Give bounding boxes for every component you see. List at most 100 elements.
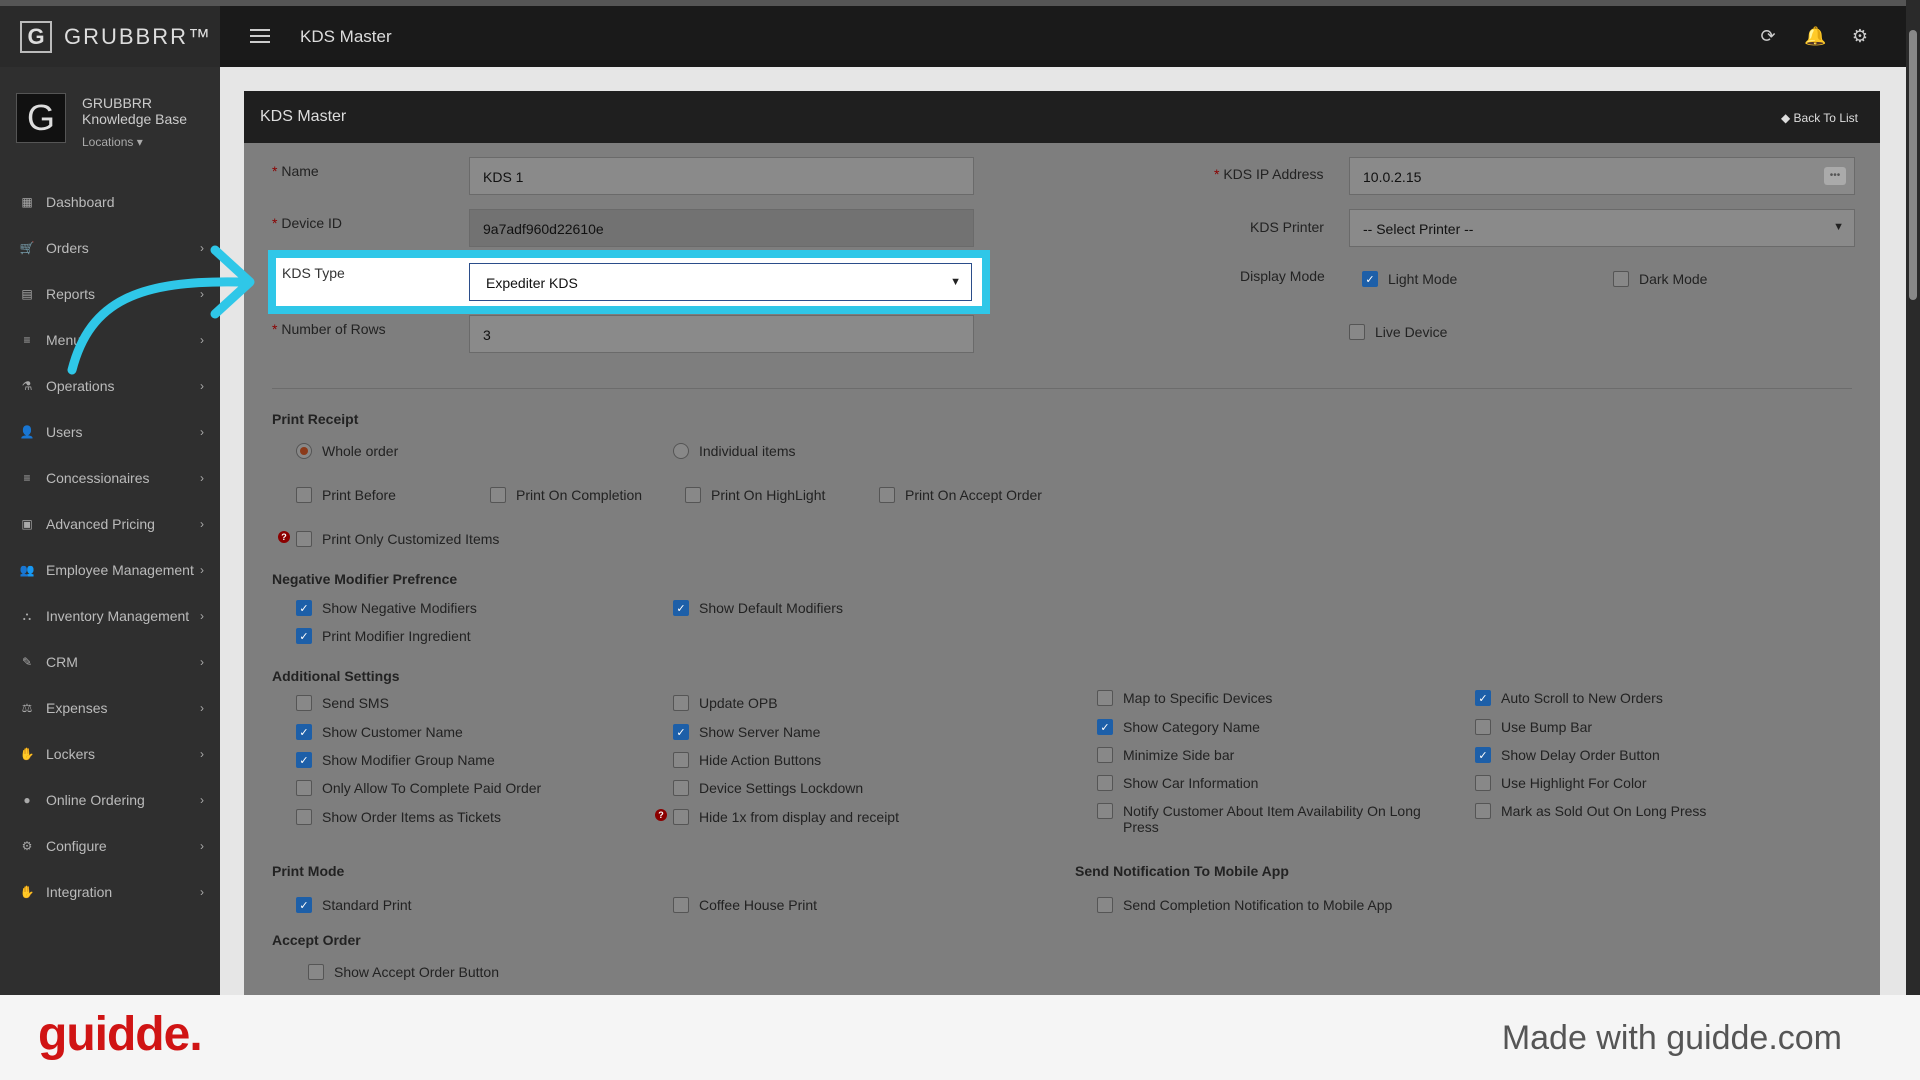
setting-only-allow-to-complete-paid-order-checkbox[interactable]: Only Allow To Complete Paid Order [296,780,541,796]
sidebar-item-users[interactable]: 👤 Users › [0,409,220,455]
setting-show-customer-name-checkbox[interactable]: ✓ Show Customer Name [296,724,463,740]
chevron-right-icon: › [200,517,204,531]
setting-notify-customer-about-item-availability-on-long-press-checkbox[interactable]: Notify Customer About Item Availability … [1097,803,1427,835]
sidebar-item-advanced-pricing[interactable]: ▣ Advanced Pricing › [0,501,220,547]
setting-mark-as-sold-out-on-long-press-checkbox[interactable]: Mark as Sold Out On Long Press [1475,803,1706,819]
print-mode-title: Print Mode [272,863,345,879]
setting-show-server-name-checkbox[interactable]: ✓ Show Server Name [673,724,820,740]
sidebar-item-label: Expenses [46,700,108,716]
gear-icon[interactable]: ⚙ [1850,26,1870,47]
setting-use-bump-bar-checkbox[interactable]: Use Bump Bar [1475,719,1592,735]
chevron-down-icon: ▼ [1833,221,1844,233]
setting-send-sms-checkbox[interactable]: Send SMS [296,695,389,711]
more-icon[interactable]: ••• [1824,167,1846,185]
made-with-text: Made with guidde.com [1501,1019,1842,1057]
guidde-logo: guidde. [38,1008,203,1061]
setting-show-category-name-checkbox[interactable]: ✓ Show Category Name [1097,719,1427,735]
accept-order-title: Accept Order [272,932,361,948]
whole-order-radio[interactable]: Whole order [296,443,398,459]
back-to-list-link[interactable]: ◆ Back To List [1781,111,1858,125]
profile-name: GRUBBRR Knowledge Base [82,95,188,127]
setting-show-delay-order-button-checkbox[interactable]: ✓ Show Delay Order Button [1475,747,1660,763]
name-input[interactable]: KDS 1 [469,157,974,195]
device-id-input[interactable]: 9a7adf960d22610e [469,209,974,247]
setting-show-car-information-checkbox[interactable]: Show Car Information [1097,775,1427,791]
help-icon[interactable]: ? [655,809,667,821]
help-icon[interactable]: ? [278,531,290,543]
sidebar-item-label: Advanced Pricing [46,516,155,532]
sidebar-item-integration[interactable]: ✋ Integration › [0,869,220,915]
printer-select[interactable]: -- Select Printer -- ▼ [1349,209,1855,247]
sidebar-item-lockers[interactable]: ✋ Lockers › [0,731,220,777]
setting-minimize-side-bar-checkbox[interactable]: Minimize Side bar [1097,747,1427,763]
panel-title: KDS Master [260,108,347,125]
brand[interactable]: G GRUBBRR™ [0,6,220,67]
kds-type-label: KDS Type [282,265,345,281]
sidebar-item-icon: ● [23,793,31,807]
ip-input[interactable]: 10.0.2.15 ••• [1349,157,1855,195]
print-completion-checkbox[interactable]: Print On Completion [490,487,642,503]
rows-input[interactable]: 3 [469,315,974,353]
sidebar-item-icon: ⚙ [21,839,33,853]
print-before-checkbox[interactable]: Print Before [296,487,396,503]
sidebar-item-expenses[interactable]: ⚖ Expenses › [0,685,220,731]
hamburger-icon[interactable] [250,29,270,43]
completion-notification-checkbox[interactable]: Send Completion Notification to Mobile A… [1097,897,1392,913]
setting-hide-1x-from-display-and-receipt-checkbox[interactable]: Hide 1x from display and receipt [673,809,899,825]
sidebar-item-icon: ▦ [21,195,33,209]
main-panel: KDS Master ◆ Back To List * Name KDS 1 *… [244,91,1880,995]
standard-print-checkbox[interactable]: ✓ Standard Print [296,897,412,913]
setting-use-highlight-for-color-checkbox[interactable]: Use Highlight For Color [1475,775,1647,791]
sidebar-item-dashboard[interactable]: ▦ Dashboard [0,179,220,225]
profile: G GRUBBRR Knowledge Base Locations ▾ [16,93,220,163]
coffee-print-checkbox[interactable]: Coffee House Print [673,897,817,913]
sidebar-item-crm[interactable]: ✎ CRM › [0,639,220,685]
sidebar-item-icon: 👥 [19,563,35,577]
setting-device-settings-lockdown-checkbox[interactable]: Device Settings Lockdown [673,780,863,796]
sidebar-item-icon: 🛒 [19,241,35,255]
print-customized-checkbox[interactable]: Print Only Customized Items [296,531,499,547]
rows-label: * Number of Rows [272,321,386,337]
ip-label: * KDS IP Address [1214,166,1324,182]
setting-map-to-specific-devices-checkbox[interactable]: Map to Specific Devices [1097,690,1427,706]
bell-icon[interactable]: 🔔 [1804,26,1826,47]
chevron-right-icon: › [200,425,204,439]
setting-show-modifier-group-name-checkbox[interactable]: ✓ Show Modifier Group Name [296,752,495,768]
sidebar-item-label: Employee Management [46,562,194,578]
show-accept-checkbox[interactable]: Show Accept Order Button [308,964,499,980]
kds-type-select[interactable]: Expediter KDS ▼ [469,263,972,301]
notification-title: Send Notification To Mobile App [1075,863,1289,879]
show-default-checkbox[interactable]: ✓ Show Default Modifiers [673,600,843,616]
refresh-icon[interactable]: ⟳ [1758,26,1778,47]
printer-label: KDS Printer [1250,219,1324,235]
locations-dropdown[interactable]: Locations ▾ [82,135,143,149]
name-label: * Name [272,163,319,179]
scrollbar[interactable] [1906,0,1920,995]
sidebar-item-icon: ▣ [21,517,33,531]
sidebar-item-inventory-management[interactable]: ⛬ Inventory Management › [0,593,220,639]
individual-items-radio[interactable]: Individual items [673,443,796,459]
setting-auto-scroll-to-new-orders-checkbox[interactable]: ✓ Auto Scroll to New Orders [1475,690,1663,706]
chevron-right-icon: › [200,885,204,899]
chevron-right-icon: › [200,701,204,715]
chevron-down-icon: ▼ [950,276,961,288]
light-mode-checkbox[interactable]: ✓ Light Mode [1362,271,1457,287]
print-ingredient-checkbox[interactable]: ✓ Print Modifier Ingredient [296,628,471,644]
sidebar-item-configure[interactable]: ⚙ Configure › [0,823,220,869]
show-negative-checkbox[interactable]: ✓ Show Negative Modifiers [296,600,477,616]
brand-name: GRUBBRR™ [64,23,213,49]
sidebar-item-label: CRM [46,654,78,670]
dark-mode-checkbox[interactable]: Dark Mode [1613,271,1707,287]
setting-show-order-items-as-tickets-checkbox[interactable]: Show Order Items as Tickets [296,809,501,825]
setting-update-opb-checkbox[interactable]: Update OPB [673,695,778,711]
sidebar-item-online-ordering[interactable]: ● Online Ordering › [0,777,220,823]
sidebar-item-employee-management[interactable]: 👥 Employee Management › [0,547,220,593]
live-device-checkbox[interactable]: Live Device [1349,324,1447,340]
footer: guidde. Made with guidde.com [0,995,1920,1080]
setting-hide-action-buttons-checkbox[interactable]: Hide Action Buttons [673,752,821,768]
print-highlight-checkbox[interactable]: Print On HighLight [685,487,825,503]
print-accept-checkbox[interactable]: Print On Accept Order [879,487,1042,503]
sidebar-item-concessionaires[interactable]: ≡ Concessionaires › [0,455,220,501]
sidebar-item-icon: ✎ [21,655,33,669]
sidebar-item-icon: ✋ [19,747,35,761]
